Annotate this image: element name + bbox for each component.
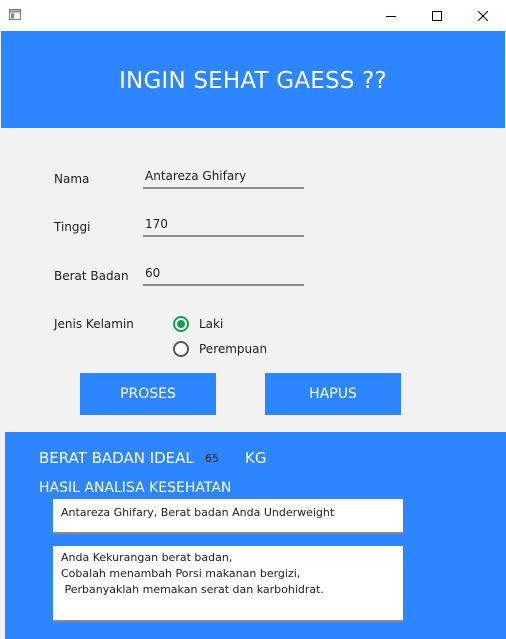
advice-line: Perbanyaklah memakan serat dan karbohidr…	[61, 583, 324, 596]
radio-unchecked-icon	[173, 341, 189, 357]
jenis-kelamin-label: Jenis Kelamin	[54, 317, 134, 331]
ideal-weight-value: 65	[205, 452, 219, 465]
summary-text: Antareza Ghifary, Berat badan Anda Under…	[61, 506, 335, 519]
summary-box: Antareza Ghifary, Berat badan Anda Under…	[53, 499, 403, 534]
minimize-button[interactable]	[368, 0, 414, 31]
radio-laki-label: Laki	[199, 317, 224, 331]
advice-box: Anda Kekurangan berat badan, Cobalah men…	[53, 546, 403, 622]
berat-label: Berat Badan	[54, 269, 129, 283]
title-bar	[0, 0, 506, 31]
page-title: INGIN SEHAT GAESS ??	[119, 68, 387, 94]
proses-button[interactable]: PROSES	[80, 373, 216, 415]
input-form: Nama Tinggi Berat Badan Jenis Kelamin La…	[0, 128, 506, 432]
radio-laki[interactable]: Laki	[173, 316, 223, 332]
radio-perempuan-label: Perempuan	[199, 342, 268, 356]
minimize-icon	[386, 15, 396, 17]
close-icon	[478, 10, 488, 21]
advice-line: Cobalah menambah Porsi makanan bergizi,	[61, 567, 301, 580]
maximize-button[interactable]	[414, 0, 460, 31]
analysis-label: HASIL ANALISA KESEHATAN	[39, 480, 232, 496]
berat-field[interactable]	[143, 262, 304, 286]
header-banner: INGIN SEHAT GAESS ??	[1, 31, 505, 128]
close-button[interactable]	[460, 0, 506, 31]
nama-field[interactable]	[143, 165, 304, 189]
nama-label: Nama	[54, 172, 90, 186]
window-app-icon	[9, 9, 21, 20]
radio-perempuan[interactable]: Perempuan	[173, 341, 267, 357]
radio-checked-icon	[173, 316, 189, 332]
ideal-weight-unit: KG	[245, 449, 267, 467]
result-panel: BERAT BADAN IDEAL 65 KG HASIL ANALISA KE…	[5, 432, 506, 639]
tinggi-field[interactable]	[143, 213, 304, 237]
hapus-button[interactable]: HAPUS	[265, 373, 401, 415]
advice-line: Anda Kekurangan berat badan,	[61, 551, 233, 564]
maximize-icon	[432, 10, 442, 21]
ideal-weight-label: BERAT BADAN IDEAL	[39, 449, 194, 467]
tinggi-label: Tinggi	[54, 220, 91, 234]
